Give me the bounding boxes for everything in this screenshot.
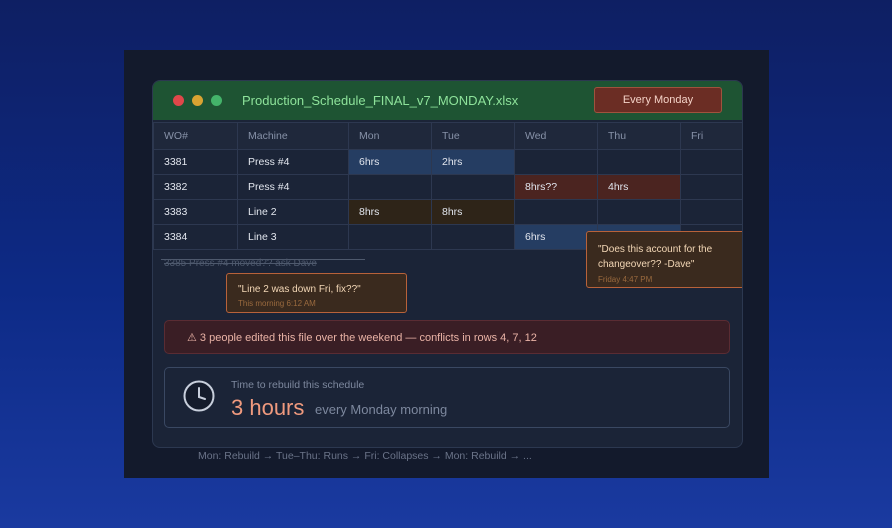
cell-mon[interactable]: 6hrs — [348, 149, 432, 175]
cell-machine[interactable]: Line 2 — [237, 199, 349, 225]
cell-machine[interactable]: Line 3 — [237, 224, 349, 250]
cell-wed[interactable] — [514, 149, 598, 175]
col-header-mon[interactable]: Mon — [348, 122, 432, 150]
every-monday-badge: Every Monday — [594, 87, 722, 113]
col-header-machine[interactable]: Machine — [237, 122, 349, 150]
cell-machine[interactable]: Press #4 — [237, 149, 349, 175]
table-row: 3382 Press #4 8hrs?? 4hrs — [153, 174, 742, 200]
cell-tue-flagged[interactable]: 8hrs — [431, 199, 515, 225]
maximize-button[interactable] — [211, 95, 222, 106]
cell-fri[interactable] — [680, 149, 742, 175]
comment-time: This morning 6:12 AM — [238, 299, 316, 308]
cell-wo[interactable]: 3381 — [153, 149, 238, 175]
col-header-tue[interactable]: Tue — [431, 122, 515, 150]
cell-wed-conflict[interactable]: 8hrs?? — [514, 174, 598, 200]
cell-thu[interactable] — [597, 199, 681, 225]
cell-mon[interactable] — [348, 224, 432, 250]
col-header-fri[interactable]: Fri — [680, 122, 742, 150]
cell-tue[interactable]: 2hrs — [431, 149, 515, 175]
cell-tue[interactable] — [431, 174, 515, 200]
comment-text: "Does this account for the changeover?? … — [598, 244, 713, 270]
minimize-button[interactable] — [192, 95, 203, 106]
col-header-wed[interactable]: Wed — [514, 122, 598, 150]
struck-row: 3385 Press #4 moved?? ask Dave — [164, 258, 317, 269]
cell-wed[interactable] — [514, 199, 598, 225]
rebuild-subtext: every Monday morning — [315, 402, 448, 417]
slide-panel: Production_Schedule_FINAL_v7_MONDAY.xlsx… — [124, 50, 769, 478]
comment-time: Friday 4:47 PM — [598, 275, 653, 284]
title-bar: Production_Schedule_FINAL_v7_MONDAY.xlsx… — [153, 81, 742, 120]
table-row: 3381 Press #4 6hrs 2hrs — [153, 149, 742, 175]
cell-thu[interactable] — [597, 149, 681, 175]
table-row: 3383 Line 2 8hrs 8hrs — [153, 199, 742, 225]
cell-wo[interactable]: 3384 — [153, 224, 238, 250]
cell-wo[interactable]: 3382 — [153, 174, 238, 200]
cell-tue[interactable] — [431, 224, 515, 250]
cell-wo[interactable]: 3383 — [153, 199, 238, 225]
spreadsheet-window: Production_Schedule_FINAL_v7_MONDAY.xlsx… — [152, 80, 743, 448]
comment-dave[interactable]: "Does this account for the changeover?? … — [586, 231, 742, 288]
cell-machine[interactable]: Press #4 — [237, 174, 349, 200]
rebuild-time-card: Time to rebuild this schedule 3 hours ev… — [164, 367, 730, 428]
cell-fri[interactable] — [680, 199, 742, 225]
clock-icon — [183, 380, 215, 412]
cell-thu-conflict[interactable]: 4hrs — [597, 174, 681, 200]
col-header-thu[interactable]: Thu — [597, 122, 681, 150]
weekly-cycle-caption: Mon: Rebuild → Tue–Thu: Runs → Fri: Coll… — [198, 450, 532, 462]
file-name: Production_Schedule_FINAL_v7_MONDAY.xlsx — [242, 93, 519, 108]
rebuild-value: 3 hours — [231, 395, 305, 420]
close-button[interactable] — [173, 95, 184, 106]
cell-fri[interactable] — [680, 174, 742, 200]
conflict-alert: ⚠ 3 people edited this file over the wee… — [164, 320, 730, 354]
header-row: WO# Machine Mon Tue Wed Thu Fri — [153, 122, 742, 150]
cell-mon[interactable] — [348, 174, 432, 200]
cell-mon-flagged[interactable]: 8hrs — [348, 199, 432, 225]
comment-line2[interactable]: "Line 2 was down Fri, fix??" This mornin… — [226, 273, 407, 313]
comment-text: "Line 2 was down Fri, fix??" — [238, 284, 361, 295]
rebuild-label: Time to rebuild this schedule — [231, 379, 365, 391]
col-header-wo[interactable]: WO# — [153, 122, 238, 150]
